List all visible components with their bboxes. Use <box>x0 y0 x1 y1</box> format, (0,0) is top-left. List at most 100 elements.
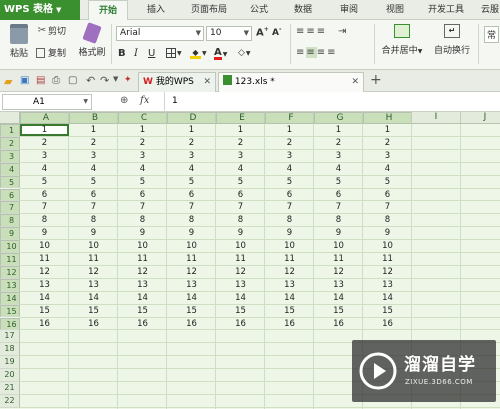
cell-h11[interactable]: 11 <box>363 253 412 265</box>
cell-c13[interactable]: 13 <box>118 279 167 291</box>
cell-e6[interactable]: 6 <box>216 189 265 201</box>
cell-g10[interactable]: 10 <box>314 240 363 252</box>
cell-e4[interactable]: 4 <box>216 163 265 175</box>
column-header-f[interactable]: F <box>265 112 314 124</box>
cell-f12[interactable]: 12 <box>265 266 314 278</box>
font-name-select[interactable]: Arial ▼ <box>116 26 204 41</box>
cell-f3[interactable]: 3 <box>265 150 314 162</box>
cell-c7[interactable]: 7 <box>118 201 167 213</box>
row-header-5[interactable]: 5 <box>0 175 20 189</box>
cell-h15[interactable]: 15 <box>363 305 412 317</box>
cell-h13[interactable]: 13 <box>363 279 412 291</box>
number-format-select[interactable]: 常 <box>484 26 500 43</box>
undo-icon[interactable]: ↶ <box>86 74 95 87</box>
cell-e3[interactable]: 3 <box>216 150 265 162</box>
cell-d13[interactable]: 13 <box>167 279 216 291</box>
cell-g9[interactable]: 9 <box>314 227 363 239</box>
cell-d11[interactable]: 11 <box>167 253 216 265</box>
cell-g4[interactable]: 4 <box>314 163 363 175</box>
insert-function-button[interactable]: fx <box>140 95 149 106</box>
cell-a3[interactable]: 3 <box>20 150 69 162</box>
vertical-align-group[interactable]: ≡ ≡ ≡ <box>296 26 327 37</box>
horizontal-align-group[interactable]: ≡ ≡ ≡ ≡ <box>296 47 338 58</box>
column-header-b[interactable]: B <box>69 112 118 124</box>
cell-b3[interactable]: 3 <box>69 150 118 162</box>
cell-a2[interactable]: 2 <box>20 137 69 149</box>
cell-g16[interactable]: 16 <box>314 318 363 330</box>
close-icon[interactable]: ✕ <box>203 73 211 91</box>
cell-a13[interactable]: 13 <box>20 279 69 291</box>
cell-c8[interactable]: 8 <box>118 214 167 226</box>
cell-h12[interactable]: 12 <box>363 266 412 278</box>
cell-a12[interactable]: 12 <box>20 266 69 278</box>
cell-f2[interactable]: 2 <box>265 137 314 149</box>
row-header-17[interactable]: 17 <box>0 330 20 344</box>
row-header-15[interactable]: 15 <box>0 304 20 318</box>
cell-a15[interactable]: 15 <box>20 305 69 317</box>
row-header-8[interactable]: 8 <box>0 214 20 228</box>
cell-f14[interactable]: 14 <box>265 292 314 304</box>
save-icon[interactable]: ▣ <box>20 75 29 86</box>
indent-group[interactable]: ⇥ <box>338 26 346 37</box>
cell-b10[interactable]: 10 <box>69 240 118 252</box>
cell-d12[interactable]: 12 <box>167 266 216 278</box>
cell-a6[interactable]: 6 <box>20 189 69 201</box>
bold-button[interactable]: B <box>118 48 126 59</box>
tab-home[interactable]: 开始 <box>88 0 128 21</box>
cell-a16[interactable]: 16 <box>20 318 69 330</box>
cell-e2[interactable]: 2 <box>216 137 265 149</box>
format-painter-button[interactable]: 格式刷 <box>78 22 106 58</box>
cell-a11[interactable]: 11 <box>20 253 69 265</box>
row-header-19[interactable]: 19 <box>0 356 20 370</box>
cell-c6[interactable]: 6 <box>118 189 167 201</box>
column-header-c[interactable]: C <box>118 112 167 124</box>
column-header-i[interactable]: I <box>412 112 461 124</box>
row-header-16[interactable]: 16 <box>0 317 20 331</box>
cell-g8[interactable]: 8 <box>314 214 363 226</box>
cell-d6[interactable]: 6 <box>167 189 216 201</box>
pin-icon[interactable]: ✦ <box>124 75 132 85</box>
row-header-3[interactable]: 3 <box>0 149 20 163</box>
cell-g1[interactable]: 1 <box>314 124 363 136</box>
column-header-g[interactable]: G <box>314 112 363 124</box>
cell-e10[interactable]: 10 <box>216 240 265 252</box>
cell-e1[interactable]: 1 <box>216 124 265 136</box>
open-folder-icon[interactable]: ▰ <box>4 75 12 88</box>
cell-d9[interactable]: 9 <box>167 227 216 239</box>
cell-h5[interactable]: 5 <box>363 176 412 188</box>
formula-input[interactable]: 1 <box>172 96 178 106</box>
cell-b11[interactable]: 11 <box>69 253 118 265</box>
tab-insert[interactable]: 插入 <box>140 0 172 20</box>
cell-g15[interactable]: 15 <box>314 305 363 317</box>
cell-c2[interactable]: 2 <box>118 137 167 149</box>
copy-button[interactable]: 复制 <box>36 46 66 59</box>
cell-d15[interactable]: 15 <box>167 305 216 317</box>
cell-e12[interactable]: 12 <box>216 266 265 278</box>
redo-icon[interactable]: ↷ <box>100 74 109 87</box>
cell-f4[interactable]: 4 <box>265 163 314 175</box>
cell-c1[interactable]: 1 <box>118 124 167 136</box>
row-header-11[interactable]: 11 <box>0 253 20 266</box>
cell-g5[interactable]: 5 <box>314 176 363 188</box>
tab-developer[interactable]: 开发工具 <box>422 0 470 20</box>
cell-c3[interactable]: 3 <box>118 150 167 162</box>
cell-c14[interactable]: 14 <box>118 292 167 304</box>
customize-quickbar-icon[interactable]: ▼ <box>113 75 118 83</box>
paste-button[interactable]: 粘贴 <box>6 24 32 59</box>
cell-a8[interactable]: 8 <box>20 214 69 226</box>
tab-document-123[interactable]: 123.xls * ✕ <box>218 72 364 92</box>
cell-c15[interactable]: 15 <box>118 305 167 317</box>
row-header-10[interactable]: 10 <box>0 240 20 253</box>
cell-a7[interactable]: 7 <box>20 201 69 213</box>
cell-d5[interactable]: 5 <box>167 176 216 188</box>
row-header-2[interactable]: 2 <box>0 136 20 150</box>
print-preview-icon[interactable]: ▢ <box>68 75 77 86</box>
cell-d16[interactable]: 16 <box>167 318 216 330</box>
cell-e7[interactable]: 7 <box>216 201 265 213</box>
grow-font-button[interactable]: A+ <box>256 26 269 38</box>
shrink-font-button[interactable]: A- <box>272 26 281 38</box>
column-header-j[interactable]: J <box>461 112 500 124</box>
column-header-e[interactable]: E <box>216 112 265 124</box>
cell-d1[interactable]: 1 <box>167 124 216 136</box>
auto-wrap-button[interactable]: ↵ 自动换行 <box>432 24 472 56</box>
